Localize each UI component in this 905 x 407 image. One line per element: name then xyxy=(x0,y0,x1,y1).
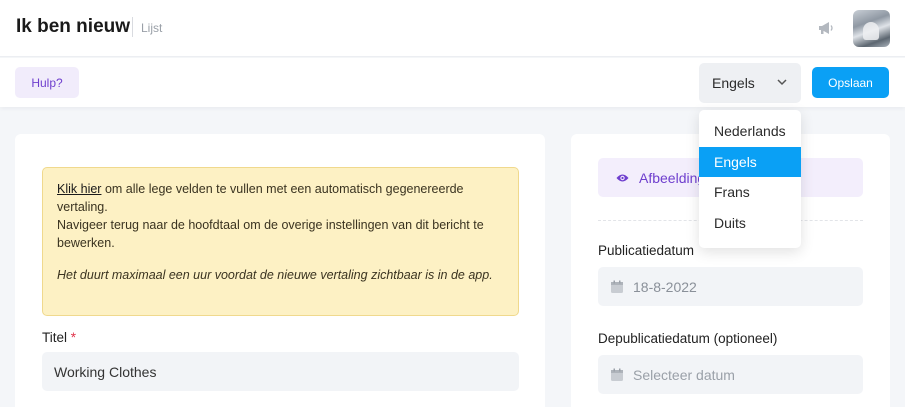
fill-translation-link[interactable]: Klik hier xyxy=(57,182,101,196)
help-button[interactable]: Hulp? xyxy=(15,67,79,98)
title-divider xyxy=(132,17,133,37)
language-dropdown: Nederlands Engels Frans Duits xyxy=(699,110,801,248)
chevron-down-icon xyxy=(777,79,787,86)
publish-date-label: Publicatiedatum xyxy=(598,243,695,258)
notice-line3: Het duurt maximaal een uur voordat de ni… xyxy=(57,268,493,282)
save-button[interactable]: Opslaan xyxy=(812,67,889,98)
language-option-frans[interactable]: Frans xyxy=(699,177,801,208)
avatar[interactable] xyxy=(853,10,890,47)
title-input-value: Working Clothes xyxy=(54,363,157,380)
language-select[interactable]: Engels xyxy=(699,63,801,103)
unpublish-date-placeholder: Selecteer datum xyxy=(633,366,735,383)
image-tab-label: Afbeelding xyxy=(639,169,706,186)
eye-icon xyxy=(616,174,629,181)
content-card: Klik hier om alle lege velden te vullen … xyxy=(15,134,545,407)
publish-date-value: 18-8-2022 xyxy=(633,278,697,295)
translation-notice: Klik hier om alle lege velden te vullen … xyxy=(42,167,519,316)
publish-date-input[interactable]: 18-8-2022 xyxy=(598,267,863,306)
calendar-icon xyxy=(611,368,623,381)
breadcrumb[interactable]: Lijst xyxy=(141,21,162,35)
title-input[interactable]: Working Clothes xyxy=(42,352,519,391)
unpublish-date-label: Depublicatiedatum (optioneel) xyxy=(598,331,778,346)
title-label-text: Titel xyxy=(42,330,68,345)
notice-line1: om alle lege velden te vullen met een au… xyxy=(57,182,464,214)
calendar-icon xyxy=(611,280,623,293)
unpublish-date-input[interactable]: Selecteer datum xyxy=(598,355,863,394)
required-mark: * xyxy=(70,330,77,345)
page-title: Ik ben nieuw xyxy=(16,16,131,37)
language-option-duits[interactable]: Duits xyxy=(699,208,801,239)
notice-line2: Navigeer terug naar de hoofdtaal om de o… xyxy=(57,218,484,250)
top-bar: Ik ben nieuw Lijst xyxy=(0,0,905,57)
language-option-nederlands[interactable]: Nederlands xyxy=(699,116,801,147)
toolbar: Hulp? Engels Opslaan xyxy=(0,58,905,107)
language-option-engels[interactable]: Engels xyxy=(699,146,801,177)
megaphone-icon[interactable] xyxy=(818,21,834,35)
language-select-value: Engels xyxy=(712,75,755,91)
title-label: Titel * xyxy=(42,330,76,345)
